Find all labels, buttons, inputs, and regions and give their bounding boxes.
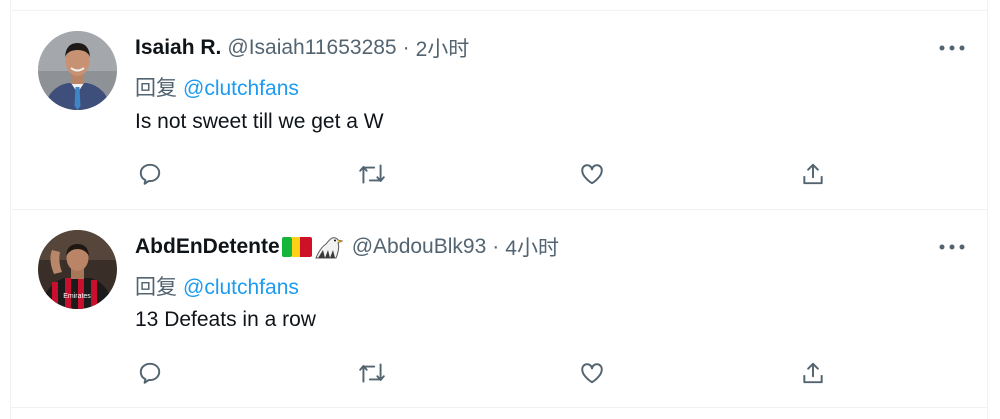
display-name[interactable]: Isaiah R. (135, 36, 221, 60)
more-options-icon[interactable] (933, 33, 971, 63)
reply-mention-link[interactable]: @clutchfans (183, 276, 299, 299)
like-icon[interactable] (575, 157, 609, 191)
reply-icon[interactable] (133, 356, 167, 390)
separator-dot: · (492, 235, 500, 258)
tweet-text: 13 Defeats in a row (135, 308, 316, 331)
like-icon[interactable] (575, 356, 609, 390)
more-options-icon[interactable] (933, 232, 971, 262)
timestamp[interactable]: 4小时 (505, 232, 559, 262)
reply-context: 回复 @clutchfans (135, 271, 299, 301)
share-icon[interactable] (796, 356, 830, 390)
avatar[interactable]: Emirates (38, 230, 117, 309)
tweet-text: Is not sweet till we get a W (135, 110, 384, 133)
separator-dot: · (402, 36, 410, 59)
avatar[interactable] (38, 31, 117, 110)
mali-flag-emoji (281, 237, 312, 257)
tweet[interactable]: Isaiah R. @Isaiah11653285 · 2小时 回复 @clutc… (11, 11, 987, 208)
timestamp[interactable]: 2小时 (416, 33, 470, 63)
retweet-icon[interactable] (355, 356, 389, 390)
tweet[interactable]: Emirates AbdEnDetente @AbdouBlk93 · 4小时 … (11, 210, 987, 407)
display-name[interactable]: AbdEnDetente (135, 235, 280, 259)
reply-icon[interactable] (133, 157, 167, 191)
reply-mention-link[interactable]: @clutchfans (183, 77, 299, 100)
reply-prefix: 回复 (135, 77, 177, 100)
retweet-icon[interactable] (355, 157, 389, 191)
handle[interactable]: @AbdouBlk93 (352, 235, 487, 259)
handle[interactable]: @Isaiah11653285 (227, 36, 396, 60)
divider (10, 407, 988, 408)
reply-context: 回复 @clutchfans (135, 72, 299, 102)
svg-text:Emirates: Emirates (63, 293, 91, 300)
reply-prefix: 回复 (135, 276, 177, 299)
eagle-emoji (314, 237, 344, 259)
share-icon[interactable] (796, 157, 830, 191)
